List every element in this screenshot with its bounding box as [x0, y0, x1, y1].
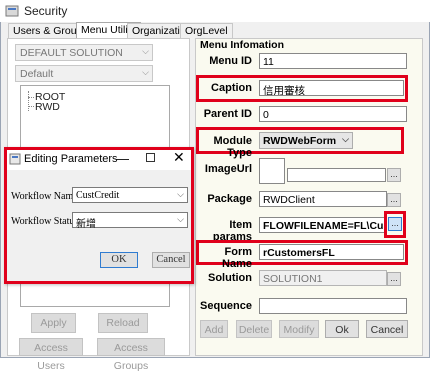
module-type-value: RWDWebForm	[263, 135, 337, 147]
workflow-status-select[interactable]: 新增 ⌵	[72, 212, 188, 230]
image-url-label: ImageUrl	[204, 163, 252, 175]
menu-id-label: Menu ID	[209, 55, 252, 67]
add-button[interactable]: Add	[200, 320, 228, 338]
caption-label: Caption	[211, 82, 252, 94]
image-preview[interactable]	[259, 158, 285, 184]
caption-field[interactable]: 信用審核	[259, 80, 404, 96]
window-title: Security	[24, 4, 68, 18]
ok-button[interactable]: Ok	[325, 320, 359, 338]
chevron-down-icon: ⌵	[142, 67, 149, 77]
solution-combo-value: DEFAULT SOLUTION	[20, 47, 123, 59]
image-url-field[interactable]	[287, 168, 386, 182]
tree-connector	[28, 91, 29, 111]
workflow-status-value: 新增	[76, 219, 96, 230]
delete-button[interactable]: Delete	[236, 320, 272, 338]
workflow-name-select[interactable]: CustCredit ⌵	[72, 187, 188, 203]
parent-id-label: Parent ID	[203, 108, 252, 120]
workflow-name-label: Workflow Name	[11, 191, 78, 202]
apply-button[interactable]: Apply	[31, 313, 76, 333]
chevron-down-icon: ⌵	[342, 134, 349, 144]
style-combo-value: Default	[20, 68, 54, 80]
menu-id-field[interactable]: 11	[259, 53, 407, 69]
form-name-label: Form Name	[222, 246, 252, 270]
sequence-field[interactable]	[259, 298, 407, 314]
dialog-ok-button[interactable]: OK	[100, 252, 138, 268]
package-field[interactable]: RWDClient	[259, 191, 387, 207]
dialog-cancel-button[interactable]: Cancel	[152, 252, 190, 268]
solution-combo[interactable]: DEFAULT SOLUTION ⌵	[15, 44, 153, 61]
tree-connector	[28, 97, 34, 98]
module-type-label: Module Type	[213, 135, 253, 159]
parent-id-field[interactable]: 0	[259, 106, 407, 122]
form-name-field[interactable]: rCustomersFL	[259, 244, 404, 260]
access-users-button[interactable]: Access Users	[19, 338, 83, 372]
reload-button[interactable]: Reload	[98, 313, 148, 333]
sequence-label: Sequence	[200, 300, 252, 312]
solution-label: Solution	[208, 272, 252, 284]
item-params-browse-button[interactable]: ...	[388, 217, 402, 231]
cancel-button[interactable]: Cancel	[366, 320, 408, 338]
chevron-down-icon: ⌵	[177, 214, 184, 224]
style-combo[interactable]: Default ⌵	[15, 65, 153, 82]
workflow-status-label: Workflow Status	[11, 216, 79, 227]
chevron-down-icon: ⌵	[177, 189, 184, 199]
app-icon	[5, 4, 19, 18]
menu-info-group-title: Menu Infomation	[200, 39, 284, 51]
item-params-field[interactable]: FLOWFILENAME=FL\CustCre	[259, 217, 387, 233]
access-groups-button[interactable]: Access Groups	[97, 338, 165, 372]
workflow-name-value: CustCredit	[76, 190, 120, 201]
tree-connector	[28, 106, 34, 107]
solution-field[interactable]: SOLUTION1	[259, 270, 387, 286]
module-type-select[interactable]: RWDWebForm ⌵	[259, 132, 353, 149]
package-browse-button[interactable]: ...	[387, 193, 401, 207]
modify-button[interactable]: Modify	[279, 320, 319, 338]
image-url-browse-button[interactable]: ...	[387, 168, 401, 182]
chevron-down-icon: ⌵	[142, 46, 149, 56]
tree-item-rwd[interactable]: RWD	[35, 101, 60, 113]
solution-browse-button[interactable]: ...	[387, 272, 401, 286]
tab-orglevel[interactable]: OrgLevel	[180, 23, 233, 38]
package-label: Package	[207, 193, 252, 205]
